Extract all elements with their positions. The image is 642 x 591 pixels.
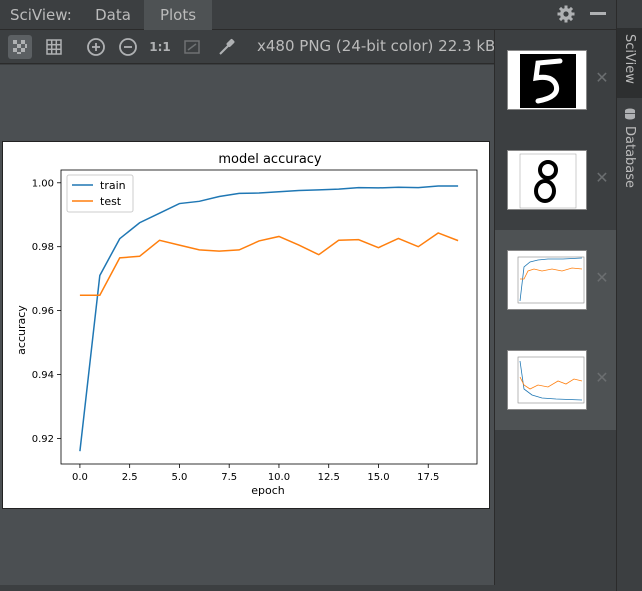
thumbnail-digit-5[interactable]: ✕: [495, 30, 617, 130]
y-tick-label: 0.94: [32, 370, 54, 381]
close-icon[interactable]: ✕: [595, 68, 609, 88]
x-tick-label: 0.0: [72, 472, 88, 483]
x-tick-label: 17.5: [417, 472, 439, 483]
tab-data[interactable]: Data: [82, 0, 144, 30]
x-tick-label: 5.0: [171, 472, 187, 483]
database-icon[interactable]: [624, 108, 636, 120]
app-title: SciView:: [10, 6, 72, 24]
x-tick-label: 12.5: [318, 472, 340, 483]
actual-size-button[interactable]: 1:1: [148, 35, 172, 59]
y-tick-label: 1.00: [32, 178, 54, 189]
x-tick-label: 15.0: [367, 472, 389, 483]
chart-legend: train test: [66, 174, 134, 213]
image-info-text: x480 PNG (24-bit color) 22.3 kB: [257, 37, 496, 55]
close-icon[interactable]: ✕: [595, 268, 609, 288]
accuracy-chart: 0.0 2.5 5.0 7.5 10.0 12.5 15.0 17.5 0.92 0.94 0.96…: [15, 152, 478, 497]
gear-icon[interactable]: [557, 5, 575, 23]
x-axis-label: epoch: [251, 484, 285, 497]
legend-test-label: test: [100, 195, 122, 208]
thumbnail-image: [507, 50, 587, 110]
database-tool-label[interactable]: Database: [622, 126, 637, 188]
sciview-header: SciView: Data Plots: [0, 0, 616, 30]
zoom-out-icon[interactable]: [116, 35, 140, 59]
thumbnail-loss-plot[interactable]: ✕: [495, 330, 617, 430]
plot-image: 0.0 2.5 5.0 7.5 10.0 12.5 15.0 17.5 0.92 0.94 0.96…: [2, 141, 490, 509]
tab-plots[interactable]: Plots: [144, 0, 212, 30]
thumbnail-digit-8[interactable]: ✕: [495, 130, 617, 230]
chessboard-icon[interactable]: [8, 35, 32, 59]
bottom-border: [0, 585, 616, 591]
plot-area: [60, 169, 478, 465]
thumbnail-image: [507, 150, 587, 210]
x-tick-label: 2.5: [122, 472, 138, 483]
image-viewport[interactable]: 0.0 2.5 5.0 7.5 10.0 12.5 15.0 17.5 0.92 0.94 0.96…: [0, 65, 494, 585]
y-axis-label: accuracy: [15, 305, 28, 355]
fit-window-icon[interactable]: [180, 35, 204, 59]
y-tick-label: 0.98: [32, 242, 54, 253]
x-tick-label: 7.5: [221, 472, 237, 483]
thumbnail-accuracy-plot[interactable]: ✕: [495, 230, 617, 330]
chart-title: model accuracy: [218, 152, 322, 167]
thumbnail-image: [507, 350, 587, 410]
plot-thumbnails: ✕ ✕ ✕ ✕: [494, 30, 617, 591]
minimize-icon[interactable]: [590, 12, 606, 15]
thumbnail-image: [507, 250, 587, 310]
x-tick-label: 10.0: [268, 472, 290, 483]
zoom-in-icon[interactable]: [84, 35, 108, 59]
tool-window-stripe: SciView Database: [616, 0, 642, 591]
y-tick-label: 0.96: [32, 306, 54, 317]
close-icon[interactable]: ✕: [595, 168, 609, 188]
color-picker-icon[interactable]: [214, 35, 238, 59]
series-line-test: [79, 232, 459, 297]
image-toolbar: 1:1 x480 PNG (24-bit color) 22.3 kB: [0, 30, 496, 64]
grid-icon[interactable]: [42, 35, 66, 59]
legend-train-label: train: [100, 179, 126, 192]
close-icon[interactable]: ✕: [595, 368, 609, 388]
series-line-train: [79, 185, 459, 452]
sciview-tool-button[interactable]: SciView: [617, 28, 642, 98]
y-tick-label: 0.92: [32, 434, 54, 445]
sciview-tool-label: SciView: [622, 34, 637, 84]
